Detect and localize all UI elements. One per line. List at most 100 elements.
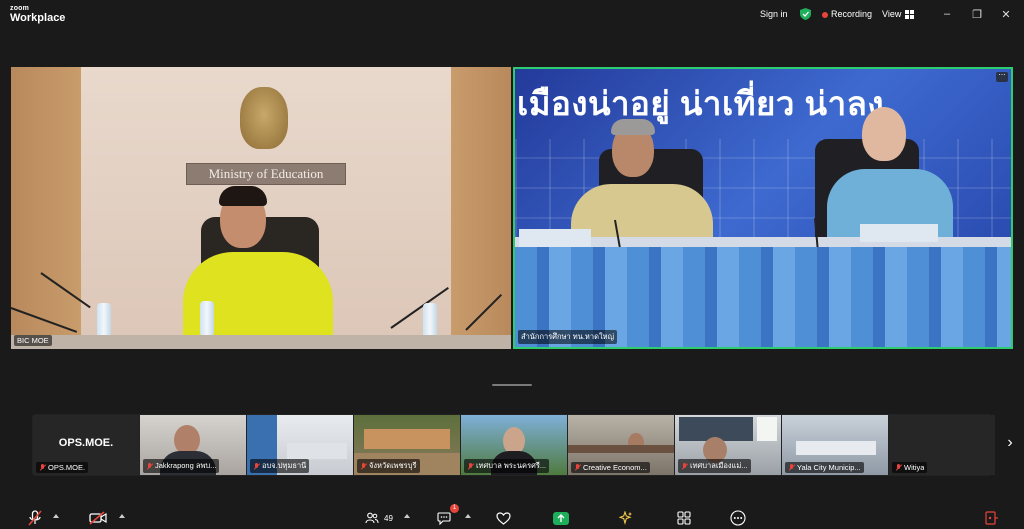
participants-button[interactable]: [364, 509, 380, 527]
thumbnail-tile[interactable]: OPS.MOE. OPS.MOE.: [33, 415, 139, 475]
thumbnail-tile[interactable]: Jakkrapong ลพบ...: [140, 415, 246, 475]
wood-panel: [451, 67, 511, 349]
brand-big: Workplace: [10, 12, 66, 24]
thumbnail-tile[interactable]: Yala City Municip...: [782, 415, 888, 475]
video-tile-bic-moe[interactable]: Ministry of Education BIC MOE: [11, 67, 511, 349]
nameplate: [519, 229, 591, 247]
chat-icon: [437, 511, 451, 525]
thumbnail-tile[interactable]: จังหวัดเพชรบุรี: [354, 415, 460, 475]
meeting-table: [796, 441, 876, 455]
participant-name: Witiya: [904, 463, 925, 472]
sign-in-button[interactable]: Sign in: [760, 9, 788, 19]
more-options-icon[interactable]: ⋯: [996, 72, 1008, 82]
resize-handle[interactable]: [492, 384, 532, 386]
participant-hair: [611, 119, 655, 135]
zoom-window: zoom Workplace Sign in Recording View – …: [0, 0, 1024, 529]
grid-view-icon[interactable]: [905, 10, 914, 19]
app-logo: zoom Workplace: [10, 5, 65, 24]
mic-muted-icon: [253, 462, 260, 470]
mic-muted-icon: [895, 464, 902, 471]
brand-small: zoom: [10, 5, 30, 12]
ministry-emblem: [240, 87, 288, 149]
mic-muted-icon: [146, 462, 153, 470]
participant-name: Creative Econom...: [583, 463, 647, 472]
chat-button[interactable]: [436, 509, 452, 527]
chevron-up-icon[interactable]: [404, 514, 410, 518]
desk: [11, 335, 511, 349]
thumbnail-tile[interactable]: เทศบาลเมืองแม่...: [675, 415, 781, 475]
mic-muted-button[interactable]: [26, 509, 44, 527]
minimize-icon[interactable]: –: [940, 7, 954, 21]
chevron-up-icon[interactable]: [119, 514, 125, 518]
close-icon[interactable]: ✕: [999, 7, 1013, 21]
thumbnail-tile[interactable]: Creative Econom...: [568, 415, 674, 475]
mic-muted-icon: [574, 464, 581, 471]
participant-name: OPS.MOE.: [48, 463, 86, 472]
thumbnail-label: เทศบาล พระนครศรี...: [464, 459, 550, 473]
shield-icon[interactable]: [800, 8, 811, 20]
participant-hair: [219, 186, 267, 206]
mic-muted-icon: [39, 464, 46, 471]
chevron-up-icon[interactable]: [53, 514, 59, 518]
thumbnail-tile[interactable]: อบจ.ปทุมธานี: [247, 415, 353, 475]
thumbnail-label: Creative Econom...: [571, 462, 650, 473]
participant-name: จังหวัดเพชรบุรี: [369, 461, 417, 470]
recording-label[interactable]: Recording: [831, 9, 872, 19]
room-backdrop: [364, 429, 450, 449]
mic-muted-icon: [28, 510, 42, 526]
participant-name: เทศบาล พระนครศรี...: [476, 461, 547, 470]
apps-icon: [677, 511, 691, 525]
chevron-up-icon[interactable]: [465, 514, 471, 518]
banner-text: เมืองน่าอยู่ น่าเที่ยว น่าลง: [517, 85, 884, 122]
water-bottle: [200, 301, 214, 335]
mic-muted-icon: [467, 462, 474, 470]
people-icon: [365, 512, 379, 524]
water-bottle: [423, 303, 437, 337]
participant-name: อบจ.ปทุมธานี: [262, 461, 307, 470]
video-off-button[interactable]: [88, 509, 108, 527]
thumbnail-tile[interactable]: เทศบาล พระนครศรี...: [461, 415, 567, 475]
mic-muted-icon: [681, 462, 688, 470]
mic-muted-icon: [788, 464, 795, 471]
video-tile-active-speaker[interactable]: เมืองน่าอยู่ น่าเที่ยว น่าลง ⋯ สำนักการศ…: [513, 67, 1013, 349]
participant-name: เทศบาลเมืองแม่...: [690, 461, 748, 470]
meeting-table: [568, 445, 674, 453]
leave-button[interactable]: [982, 509, 1000, 527]
share-screen-button[interactable]: [553, 512, 569, 525]
participant-display-name: OPS.MOE.: [58, 437, 114, 449]
chat-unread-badge: 1: [450, 504, 459, 513]
recording-dot-icon: [822, 12, 828, 18]
more-button[interactable]: [729, 509, 747, 527]
participant-count: 49: [384, 514, 393, 523]
heart-icon: [495, 511, 511, 525]
water-bottle: [97, 303, 111, 337]
thumbnail-label: จังหวัดเพชรบุรี: [357, 459, 420, 473]
restore-icon[interactable]: ❐: [970, 7, 984, 21]
leave-icon: [985, 511, 998, 525]
thumbnail-label: Witiya: [892, 462, 928, 473]
wood-panel: [11, 67, 81, 349]
reactions-button[interactable]: [494, 509, 512, 527]
view-button[interactable]: View: [882, 9, 901, 19]
chevron-right-icon[interactable]: ›: [1003, 433, 1017, 453]
meeting-table: [287, 443, 347, 459]
participant-name: สำนักการศึกษา ทน.หาดใหญ่: [518, 330, 617, 344]
sparkle-icon: [619, 511, 632, 525]
apps-button[interactable]: [676, 509, 692, 527]
title-bar: zoom Workplace Sign in Recording View – …: [0, 0, 1024, 30]
ai-companion-button[interactable]: [618, 509, 634, 527]
participant-head: [862, 107, 906, 161]
thumbnail-label: Jakkrapong ลพบ...: [143, 459, 220, 473]
thumbnail-label: Yala City Municip...: [785, 462, 864, 473]
mic-muted-icon: [360, 462, 367, 470]
thumbnail-tile[interactable]: Witiya: [889, 415, 995, 475]
ministry-sign: Ministry of Education: [186, 163, 346, 185]
camera-off-icon: [89, 511, 107, 525]
participant-name: BIC MOE: [14, 335, 52, 346]
thumbnail-label: เทศบาลเมืองแม่...: [678, 459, 751, 473]
meeting-toolbar: 49: [0, 506, 1024, 529]
thumbnail-label: OPS.MOE.: [36, 462, 89, 473]
logo-panel: [757, 417, 777, 441]
more-icon: [730, 510, 746, 526]
nameplate: [860, 224, 938, 242]
